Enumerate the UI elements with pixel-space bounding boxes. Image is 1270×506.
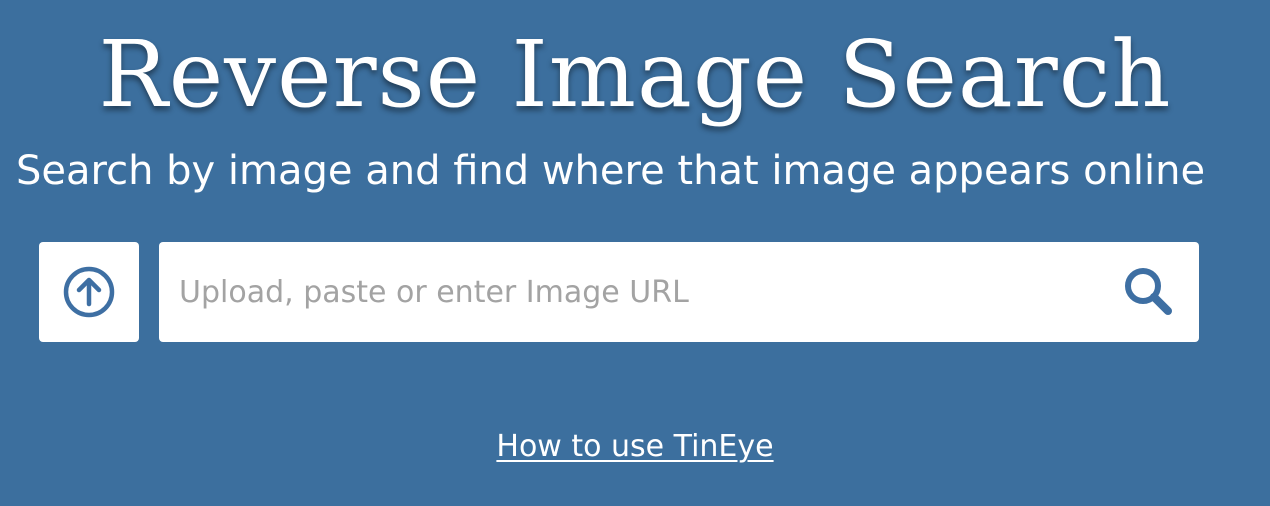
upload-button[interactable]	[39, 242, 139, 342]
upload-arrow-circle-icon	[63, 266, 115, 318]
page-subtitle: Search by image and find where that imag…	[16, 148, 1206, 194]
how-to-use-link[interactable]: How to use TinEye	[496, 429, 773, 464]
search-icon	[1125, 268, 1172, 315]
help-link-container: How to use TinEye	[0, 428, 1270, 466]
image-url-input[interactable]	[159, 242, 1099, 342]
search-button[interactable]	[1099, 242, 1199, 342]
search-box	[159, 242, 1199, 342]
page-title: Reverse Image Search	[98, 21, 1172, 128]
